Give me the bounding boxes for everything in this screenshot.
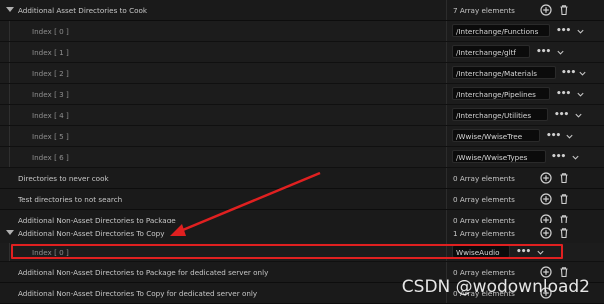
watermark: CSDN @wodownload2 [401,277,590,297]
highlight-box [11,244,563,259]
